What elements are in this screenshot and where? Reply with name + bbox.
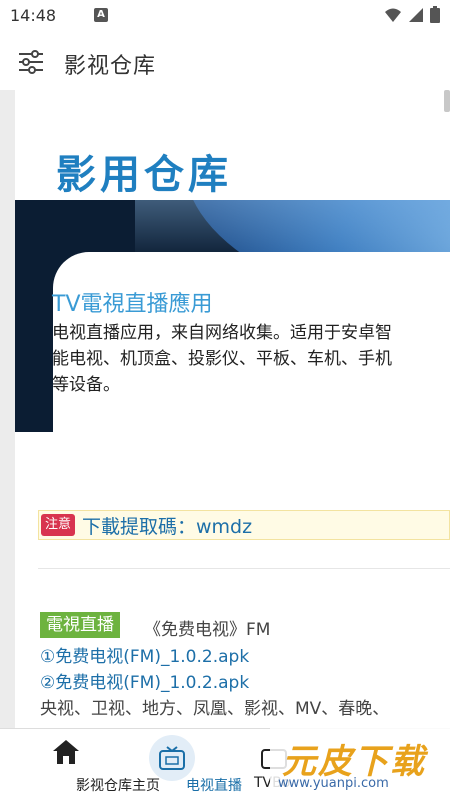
wifi-icon — [385, 8, 401, 22]
card-title: TV電視直播應用 — [52, 292, 213, 317]
signal-icon — [409, 7, 423, 22]
notification-badge: A — [94, 8, 108, 22]
download-link-1[interactable]: ①免费电视(FM)_1.0.2.apk — [40, 642, 249, 667]
notice-badge: 注意 — [41, 514, 76, 536]
web-content[interactable]: 影用仓库 TV電視直播應用 电视直播应用，来自网络收集。适用于安卓智能电视、机顶… — [0, 90, 450, 728]
status-icons — [384, 6, 440, 23]
nav-home[interactable]: 影视仓库主页 — [14, 729, 160, 800]
card-description: 电视直播应用，来自网络收集。适用于安卓智能电视、机顶盒、投影仪、平板、车机、手机… — [52, 323, 392, 395]
sliders-icon[interactable] — [18, 50, 44, 74]
section-tag: 電視直播 — [40, 612, 120, 638]
app-title: 影视仓库 — [64, 54, 157, 79]
tv-icon — [159, 746, 185, 770]
brand-logo-text: 影用仓库 — [56, 152, 232, 198]
home-icon — [53, 740, 79, 764]
download-link-2[interactable]: ②免费电视(FM)_1.0.2.apk — [40, 668, 249, 693]
watermark: 元皮下载 www.yuanpi.com — [270, 728, 450, 800]
watermark-url: www.yuanpi.com — [278, 776, 389, 791]
channel-list: 央视、卫视、地方、凤凰、影视、MV、春晚、 — [40, 699, 390, 719]
status-bar: 14:48 A — [0, 0, 450, 32]
battery-icon — [430, 6, 440, 23]
download-code-text: 下載提取碼：wmdz — [82, 516, 253, 538]
section-subtitle: 《免费电视》FM — [144, 620, 271, 640]
earth-glow — [135, 200, 450, 260]
nav-tv-label: 电视直播 — [186, 778, 242, 794]
status-time: 14:48 — [10, 6, 57, 25]
nav-tv-live[interactable]: 电视直播 — [130, 729, 242, 800]
download-code-box: 注意 下載提取碼：wmdz — [38, 510, 450, 540]
app-bar: 影视仓库 — [0, 32, 450, 90]
divider — [38, 568, 450, 569]
scrollbar[interactable] — [444, 90, 450, 112]
left-edge — [0, 90, 15, 728]
